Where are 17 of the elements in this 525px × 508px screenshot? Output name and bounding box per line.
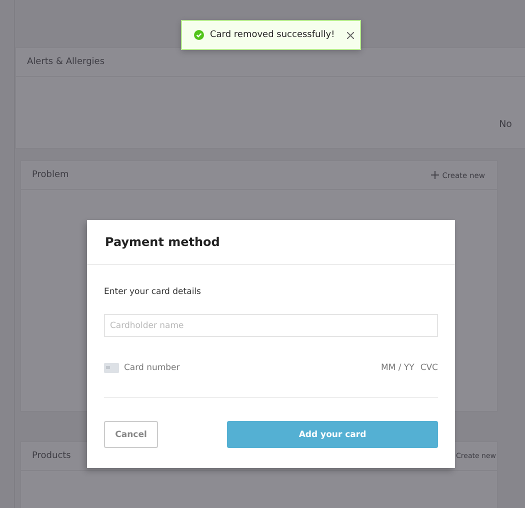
panel-text: No (499, 119, 512, 130)
panel-title: Alerts & Allergies (27, 57, 105, 67)
check-circle-icon (194, 30, 204, 40)
panel-title: Products (32, 451, 71, 461)
dialog-title: Payment method (105, 235, 220, 249)
panel-title: Problem (32, 170, 69, 180)
expiry-field[interactable]: MM / YY (380, 363, 414, 373)
dialog-subtitle: Enter your card details (104, 287, 202, 297)
plus-icon (431, 171, 440, 179)
add-card-button[interactable]: Add your card (227, 421, 438, 448)
toast-message: Card removed successfully! (210, 30, 335, 40)
cardholder-name-field[interactable]: Cardholder name (104, 314, 438, 337)
card-icon (104, 363, 119, 373)
cvc-field[interactable]: CVC (420, 363, 438, 373)
close-icon[interactable] (346, 32, 354, 38)
cancel-button[interactable]: Cancel (104, 421, 158, 448)
card-number-field[interactable]: Card number (124, 363, 180, 373)
